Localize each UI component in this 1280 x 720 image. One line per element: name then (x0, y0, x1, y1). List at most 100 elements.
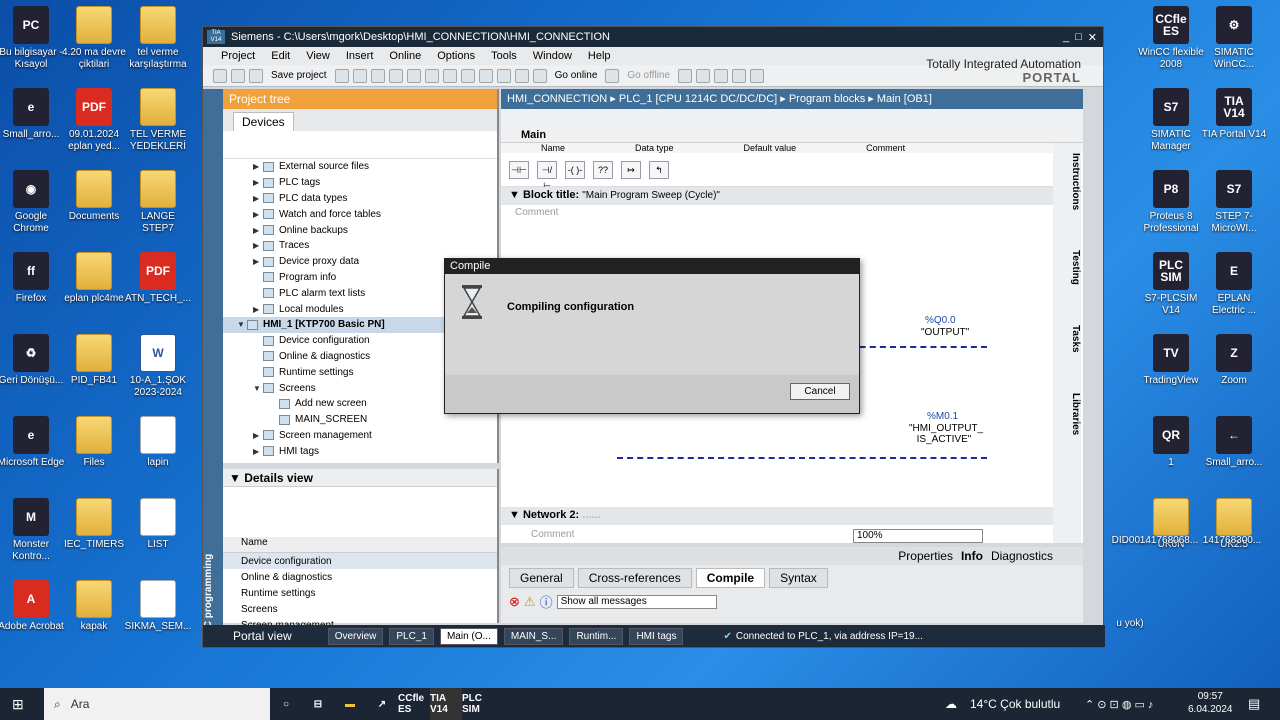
desktop-shortcut[interactable]: TIA V14 TIA Portal V14 (1200, 88, 1268, 141)
task-plc1[interactable]: PLC_1 (389, 627, 434, 645)
info-filter-icon[interactable]: ⓘ (540, 592, 553, 611)
expand-icon[interactable]: ▶ (253, 162, 263, 171)
tree-item[interactable]: ▶ Screen management (223, 428, 497, 444)
diagnostics-tab[interactable]: Diagnostics (991, 549, 1053, 563)
expand-icon[interactable]: ▶ (253, 226, 263, 235)
desktop-partial-label[interactable]: DID00... (1096, 535, 1164, 547)
block-comment[interactable]: Comment (515, 207, 558, 218)
expand-icon[interactable]: ▼ (253, 384, 263, 393)
menu-window[interactable]: Window (525, 50, 580, 62)
desktop-shortcut[interactable]: e Small_arro... (0, 88, 65, 141)
cancel-button[interactable]: Cancel (790, 383, 850, 400)
delete-icon[interactable] (406, 68, 421, 83)
desktop-shortcut[interactable]: PLC SIM S7-PLCSIM V14 (1137, 252, 1205, 317)
task-main-screen[interactable]: MAIN_S... (503, 627, 564, 645)
cross-references-subtab[interactable]: Cross-references (577, 568, 692, 588)
go-offline-button[interactable]: Go offline (627, 70, 670, 81)
desktop-file[interactable]: PDF 09.01.2024 eplan yed... (60, 88, 128, 153)
desktop-shortcut[interactable]: A Adobe Acrobat (0, 580, 65, 633)
testing-tab[interactable]: Testing (1053, 250, 1081, 285)
task-view-icon[interactable]: ⊟ (302, 688, 334, 720)
go-online-icon[interactable] (532, 68, 547, 83)
taskbar-plcsim[interactable]: PLC SIM (462, 688, 494, 720)
expand-icon[interactable]: ▶ (253, 194, 263, 203)
redo-icon[interactable] (442, 68, 457, 83)
task-runtime[interactable]: Runtim... (569, 627, 624, 645)
title-bar[interactable]: TIA V14 Siemens - C:\Users\mgork\Desktop… (203, 27, 1103, 47)
expand-icon[interactable]: ▶ (253, 210, 263, 219)
cross-reference-icon[interactable] (696, 68, 711, 83)
taskbar-search[interactable]: ⌕ Ara (44, 688, 270, 720)
desktop-file[interactable]: SIKMA_SEM... (124, 580, 192, 633)
libraries-tab[interactable]: Libraries (1053, 393, 1081, 435)
menu-project[interactable]: Project (213, 50, 263, 62)
task-main[interactable]: Main (O... (439, 627, 498, 645)
maximize-icon[interactable]: □ (1075, 31, 1082, 44)
no-contact-icon[interactable]: ⊣⊢ (509, 160, 529, 179)
error-filter-icon[interactable]: ⊗ (509, 594, 520, 610)
desktop-shortcut[interactable]: QR 1 (1137, 416, 1205, 469)
open-branch-icon[interactable]: ↦ (621, 160, 641, 179)
task-hmi-tags[interactable]: HMI tags (629, 627, 684, 645)
details-row[interactable]: Device configuration (223, 553, 497, 569)
open-project-icon[interactable] (231, 68, 245, 83)
desktop-partial-label[interactable]: u yok) (1096, 618, 1164, 630)
output2-name[interactable]: "HMI_OUTPUT_ IS_ACTIVE" (909, 423, 983, 445)
desktop-file[interactable]: Documents (60, 170, 128, 223)
desktop-file[interactable]: eplan plc4me (60, 252, 128, 305)
desktop-shortcut[interactable]: e Microsoft Edge (0, 416, 65, 469)
menu-online[interactable]: Online (381, 50, 429, 62)
desktop-shortcut[interactable]: Z Zoom (1200, 334, 1268, 387)
output1-name[interactable]: "OUTPUT" (921, 327, 969, 338)
print-icon[interactable] (334, 68, 349, 83)
menu-options[interactable]: Options (429, 50, 483, 62)
copy-icon[interactable] (370, 68, 385, 83)
compile-subtab[interactable]: Compile (695, 568, 766, 588)
zoom-select[interactable]: 100% (853, 529, 983, 543)
paste-icon[interactable] (388, 68, 403, 83)
desktop-file[interactable]: tel verme karşılaştırma (124, 6, 192, 71)
expand-icon[interactable]: ▶ (253, 431, 263, 440)
tasks-tab[interactable]: Tasks (1053, 325, 1081, 353)
taskbar-wincc[interactable]: CCfle ES (398, 688, 430, 720)
expand-icon[interactable]: ▶ (253, 257, 263, 266)
desktop-file[interactable]: 4.20 ma devre çiktilari (60, 6, 128, 71)
cortana-icon[interactable]: ○ (270, 688, 302, 720)
tree-item[interactable]: ▶ External source files (223, 159, 497, 175)
desktop-shortcut[interactable]: TV TradingView (1137, 334, 1205, 387)
warning-filter-icon[interactable]: ⚠ (524, 594, 536, 610)
desktop-file[interactable]: Files (60, 416, 128, 469)
syntax-subtab[interactable]: Syntax (769, 568, 828, 588)
menu-help[interactable]: Help (580, 50, 619, 62)
nc-contact-icon[interactable]: ⊣/⊢ (537, 160, 557, 191)
desktop-file[interactable]: TEL VERME YEDEKLERİ (124, 88, 192, 153)
desktop-file[interactable]: LIST (124, 498, 192, 551)
menu-tools[interactable]: Tools (483, 50, 525, 62)
desktop-file[interactable]: W 10-A_1.ŞOK 2023-2024 (124, 334, 192, 399)
expand-icon[interactable]: ▶ (253, 178, 263, 187)
windows-start-icon[interactable]: ⊞ (12, 696, 24, 713)
tree-item[interactable]: ▶ Watch and force tables (223, 206, 497, 222)
properties-tab[interactable]: Properties (898, 549, 953, 563)
taskbar-app-icon[interactable]: ↗ (366, 688, 398, 720)
block-title-value[interactable]: "Main Program Sweep (Cycle)" (582, 190, 720, 201)
instructions-tab[interactable]: Instructions (1053, 153, 1081, 210)
tree-item[interactable]: ▶ Online backups (223, 222, 497, 238)
desktop-shortcut[interactable]: CCfle ES WinCC flexible 2008 (1137, 6, 1205, 71)
desktop-shortcut[interactable]: ff Firefox (0, 252, 65, 305)
plc-programming-tab[interactable]: PLC programming (203, 89, 223, 647)
task-overview[interactable]: Overview (327, 627, 384, 645)
weather-icon[interactable]: ☁ (945, 697, 957, 711)
expand-icon[interactable]: ▶ (253, 305, 263, 314)
details-row[interactable]: Runtime settings (223, 585, 497, 601)
desktop-file[interactable]: PID_FB41 (60, 334, 128, 387)
details-view-header[interactable]: ▼ Details view (223, 469, 497, 487)
close-branch-icon[interactable]: ↰ (649, 160, 669, 179)
go-online-button[interactable]: Go online (555, 70, 598, 81)
desktop-shortcut[interactable]: ← Small_arro... (1200, 416, 1268, 469)
compile-icon[interactable] (460, 68, 475, 83)
desktop-shortcut[interactable]: ◉ Google Chrome (0, 170, 65, 235)
details-row[interactable]: Screens (223, 601, 497, 617)
expand-icon[interactable]: ▼ (237, 320, 247, 329)
split-vertical-icon[interactable] (750, 68, 765, 83)
